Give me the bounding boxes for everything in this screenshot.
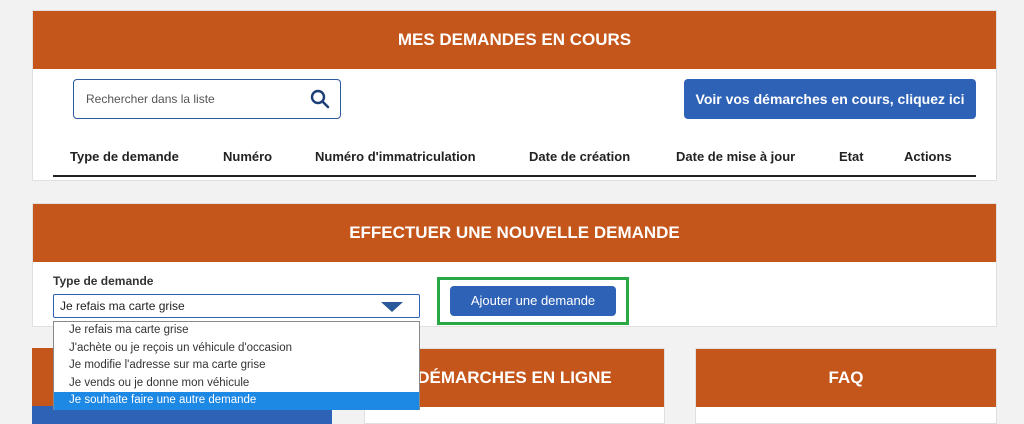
faq-panel: FAQ bbox=[695, 348, 997, 424]
column-header[interactable]: Numéro bbox=[223, 149, 272, 164]
column-header: Actions bbox=[904, 149, 952, 164]
request-type-option-highlighted[interactable]: Je souhaite faire une autre demande bbox=[54, 392, 419, 410]
column-header[interactable]: Type de demande bbox=[70, 149, 179, 164]
request-type-select[interactable]: Je refais ma carte grise bbox=[53, 294, 420, 318]
request-type-selected-value: Je refais ma carte grise bbox=[60, 299, 185, 313]
new-request-title: EFFECTUER UNE NOUVELLE DEMANDE bbox=[33, 204, 996, 262]
request-type-option[interactable]: Je refais ma carte grise bbox=[54, 322, 419, 340]
new-request-panel: EFFECTUER UNE NOUVELLE DEMANDE Type de d… bbox=[32, 203, 997, 327]
view-demarches-button[interactable]: Voir vos démarches en cours, cliquez ici bbox=[684, 79, 976, 119]
add-request-button[interactable]: Ajouter une demande bbox=[450, 286, 616, 316]
requests-table-header: Type de demande Numéro Numéro d'immatric… bbox=[53, 143, 976, 177]
search-box[interactable] bbox=[73, 79, 341, 119]
request-type-options-list: Je refais ma carte grise J'achète ou je … bbox=[53, 321, 420, 410]
current-requests-panel: MES DEMANDES EN COURS Voir vos démarches… bbox=[32, 10, 997, 181]
chevron-down-icon[interactable] bbox=[381, 302, 403, 312]
search-icon[interactable] bbox=[310, 89, 330, 109]
column-header[interactable]: Date de mise à jour bbox=[676, 149, 795, 164]
request-type-option[interactable]: J'achète ou je reçois un véhicule d'occa… bbox=[54, 340, 419, 358]
request-type-label: Type de demande bbox=[53, 274, 154, 288]
current-requests-title: MES DEMANDES EN COURS bbox=[33, 11, 996, 69]
search-input[interactable] bbox=[86, 89, 301, 109]
faq-title: FAQ bbox=[696, 349, 996, 407]
column-header[interactable]: Numéro d'immatriculation bbox=[315, 149, 476, 164]
column-header[interactable]: Date de création bbox=[529, 149, 630, 164]
column-header[interactable]: Etat bbox=[839, 149, 864, 164]
request-type-option[interactable]: Je vends ou je donne mon véhicule bbox=[54, 375, 419, 393]
request-type-option[interactable]: Je modifie l'adresse sur ma carte grise bbox=[54, 357, 419, 375]
